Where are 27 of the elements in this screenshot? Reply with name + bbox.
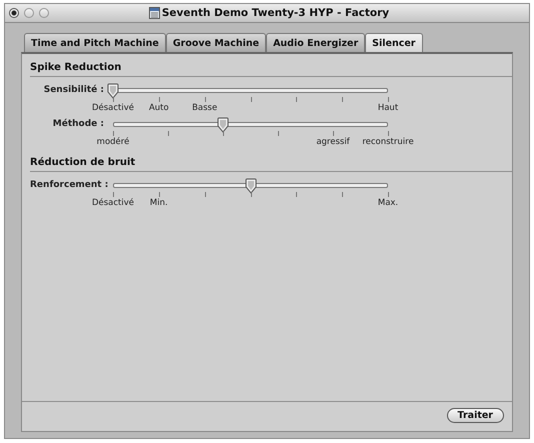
tick-label: reconstruire xyxy=(362,137,414,147)
tab[interactable]: Audio Energizer xyxy=(266,33,366,52)
tick-label: modéré xyxy=(96,137,130,147)
slider-label: Méthode : xyxy=(52,118,104,129)
close-button[interactable] xyxy=(9,8,19,18)
tick-label: Désactivé xyxy=(92,198,134,208)
tab[interactable]: Silencer xyxy=(365,33,422,52)
tick-label: Auto xyxy=(148,103,169,113)
tick-label: Haut xyxy=(378,103,398,113)
tick-label: Désactivé xyxy=(92,103,134,113)
document-icon xyxy=(148,7,160,19)
process-button[interactable]: Traiter xyxy=(446,408,504,423)
slider-thumb[interactable] xyxy=(217,117,229,133)
window-title: Seventh Demo Twenty-3 HYP - Factory xyxy=(162,7,390,19)
slider-thumb[interactable] xyxy=(107,83,119,99)
zoom-button[interactable] xyxy=(39,8,49,18)
tick-label: Max. xyxy=(378,198,398,208)
tick-label: agressif xyxy=(316,137,350,147)
slider-thumb[interactable] xyxy=(244,178,256,194)
tick-label: Basse xyxy=(192,103,218,113)
minimize-button[interactable] xyxy=(24,8,34,18)
tab[interactable]: Time and Pitch Machine xyxy=(24,33,166,52)
slider-label: Sensibilité : xyxy=(42,84,104,95)
tab[interactable]: Groove Machine xyxy=(166,33,266,52)
section-heading: Spike Reduction xyxy=(30,62,512,77)
tick-label: Min. xyxy=(150,198,168,208)
section-heading: Réduction de bruit xyxy=(30,157,512,172)
